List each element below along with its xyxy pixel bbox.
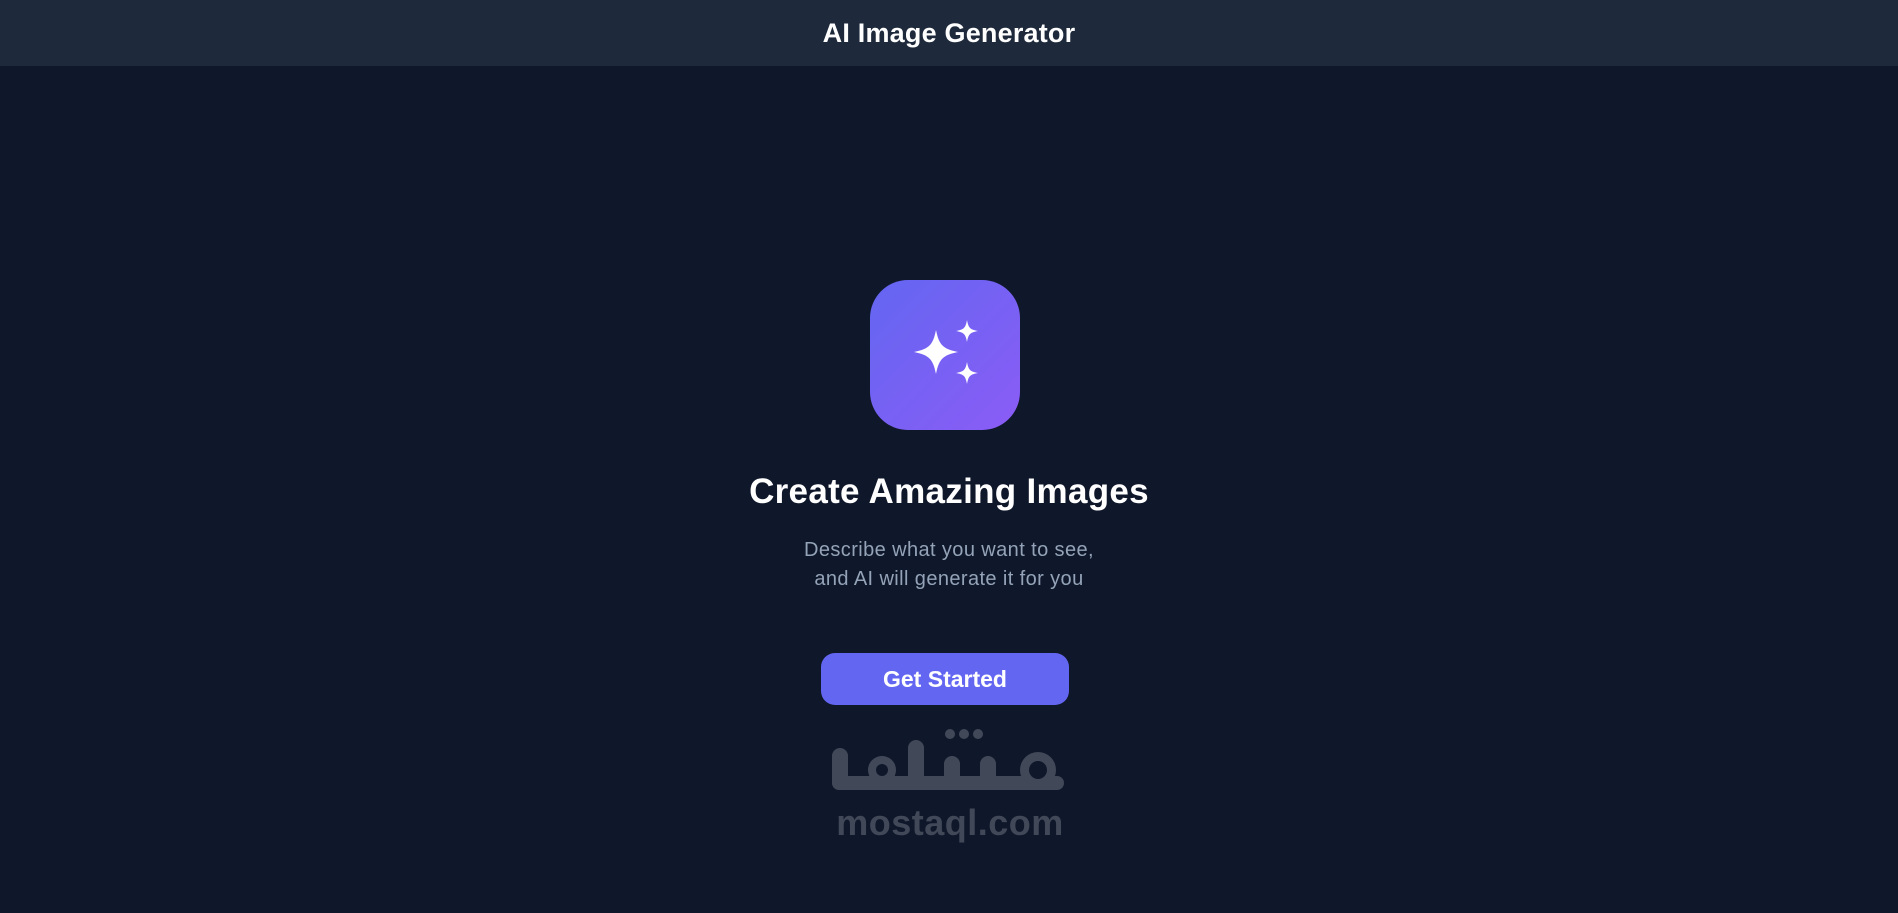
app-logo-tile <box>870 280 1020 430</box>
app-title: AI Image Generator <box>822 17 1076 48</box>
hero-subtitle-line: Describe what you want to see, <box>804 539 1094 561</box>
sparkles-icon <box>914 320 978 384</box>
hero-subtitle-line: and AI will generate it for you <box>814 568 1084 590</box>
watermark-logo: mostaql.com <box>820 718 1080 848</box>
hero-heading: Create Amazing Images <box>749 472 1149 511</box>
mostaql-logo-mark <box>832 729 1064 790</box>
app-header: AI Image Generator <box>0 0 1898 66</box>
hero-subtitle: Describe what you want to see, and AI wi… <box>0 536 1898 594</box>
watermark-text: mostaql.com <box>836 802 1064 843</box>
get-started-button[interactable]: Get Started <box>821 653 1069 705</box>
